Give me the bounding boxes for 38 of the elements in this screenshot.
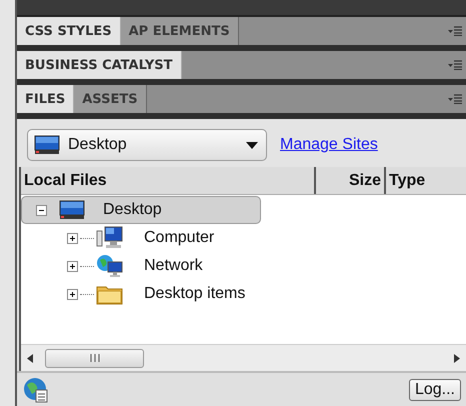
dropdown-value: Desktop: [68, 136, 128, 154]
scrollbar-thumb[interactable]: [45, 348, 144, 368]
panel-menu-icon[interactable]: [448, 94, 462, 104]
monitor-icon: [59, 200, 85, 220]
tree-row[interactable]: Desktop: [21, 196, 261, 224]
computer-icon: [96, 226, 124, 250]
log-button[interactable]: Log...: [408, 378, 461, 400]
tree-item-label: Desktop: [103, 201, 162, 219]
panel-menu-icon[interactable]: [448, 26, 462, 36]
scroll-right-icon[interactable]: [454, 354, 460, 362]
tree-item-label: Desktop items: [144, 285, 246, 303]
panel-tab[interactable]: BUSINESS CATALYST: [17, 51, 182, 79]
panel-menu-icon[interactable]: [448, 60, 462, 70]
tree-item-label: Computer: [144, 229, 214, 247]
column-header[interactable]: Local Files: [21, 167, 316, 194]
panel-tab[interactable]: FILES: [17, 85, 74, 113]
tree-row[interactable]: Desktop items: [21, 280, 466, 308]
horizontal-scrollbar[interactable]: [21, 344, 466, 371]
panel-tab[interactable]: ASSETS: [74, 85, 147, 113]
scroll-left-icon[interactable]: [27, 354, 33, 362]
collapse-icon[interactable]: [36, 204, 47, 216]
manage-sites-link[interactable]: Manage Sites: [280, 136, 378, 154]
caret-icon: [246, 142, 258, 148]
expand-icon[interactable]: [67, 260, 78, 272]
panel-tab[interactable]: CSS STYLES: [17, 17, 121, 45]
network-globe-icon: [96, 254, 124, 278]
expand-icon[interactable]: [67, 288, 78, 300]
expand-icon[interactable]: [67, 232, 78, 244]
tree-row[interactable]: Computer: [21, 224, 466, 252]
column-header[interactable]: Size: [316, 167, 386, 194]
tree-item-label: Network: [144, 257, 203, 275]
monitor-icon: [34, 135, 60, 155]
grip-icon: [90, 354, 100, 362]
globe-document-icon: [23, 376, 49, 402]
column-header[interactable]: Type: [386, 167, 466, 194]
site-dropdown[interactable]: Desktop: [27, 129, 267, 161]
tree-row[interactable]: Network: [21, 252, 466, 280]
panel-tab[interactable]: AP ELEMENTS: [120, 17, 239, 45]
